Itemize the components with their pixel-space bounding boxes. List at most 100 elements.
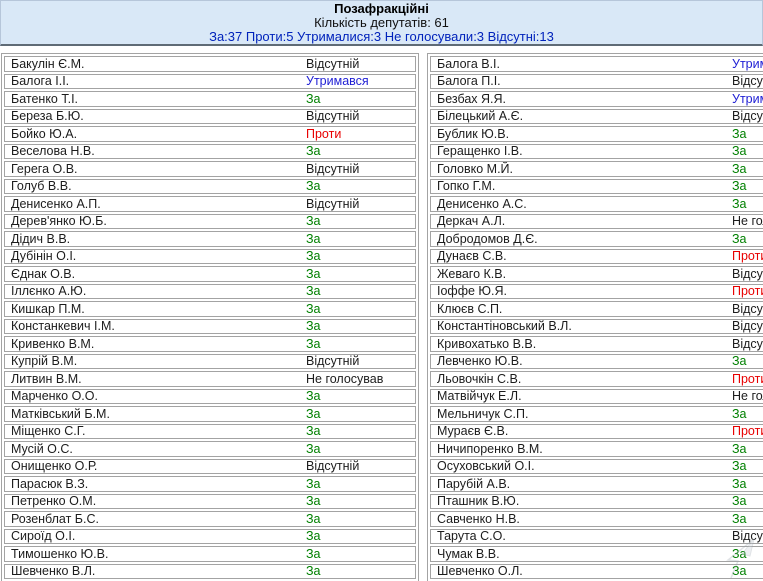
vote-value: Не голосував: [732, 390, 763, 403]
deputy-name: Петренко О.М.: [11, 495, 96, 508]
deputy-name: Іоффе Ю.Я.: [437, 285, 507, 298]
vote-value: Не голосував: [306, 373, 383, 386]
deputy-row: Марченко О.О. За: [4, 389, 416, 405]
deputy-row: Чумак В.В. За: [430, 546, 763, 562]
deputy-row: Бублик Ю.В. За: [430, 126, 763, 142]
deputy-row: Парубій А.В. За: [430, 476, 763, 492]
vote-value: За: [306, 250, 321, 263]
vote-value: За: [732, 443, 747, 456]
deputy-name: Розенблат Б.С.: [11, 513, 99, 526]
deputies-tables: Бакулін Є.М. Відсутній Балога І.І. Утрим…: [0, 53, 763, 581]
deputy-name: Сироїд О.І.: [11, 530, 75, 543]
deputy-name: Герега О.В.: [11, 163, 78, 176]
vote-value: Утримався: [732, 93, 763, 106]
faction-vote-results-page: Позафракційні Кількість депутатів: 61 За…: [0, 0, 763, 581]
deputy-row: Добродомов Д.Є. За: [430, 231, 763, 247]
vote-value: За: [306, 285, 321, 298]
deputy-name: Матківський Б.М.: [11, 408, 110, 421]
deputy-name: Осуховський О.І.: [437, 460, 535, 473]
deputy-row: Безбах Я.Я. Утримався: [430, 91, 763, 107]
deputy-name: Білецький А.Є.: [437, 110, 523, 123]
deputy-row: Розенблат Б.С. За: [4, 511, 416, 527]
vote-value: За: [732, 513, 747, 526]
deputy-name: Парубій А.В.: [437, 478, 510, 491]
deputy-row: Балога І.І. Утримався: [4, 74, 416, 90]
deputy-name: Дідич В.В.: [11, 233, 70, 246]
deputy-name: Онищенко О.Р.: [11, 460, 97, 473]
deputy-row: Білецький А.Є. Відсутній: [430, 109, 763, 125]
vote-value: За: [732, 478, 747, 491]
deputy-row: Герега О.В. Відсутній: [4, 161, 416, 177]
vote-value: Проти: [732, 425, 763, 438]
deputy-row: Головко М.Й. За: [430, 161, 763, 177]
vote-value: За: [306, 268, 321, 281]
deputy-name: Констанкевич І.М.: [11, 320, 115, 333]
vote-value: За: [306, 513, 321, 526]
deputy-row: Денисенко А.П. Відсутній: [4, 196, 416, 212]
deputy-row: Савченко Н.В. За: [430, 511, 763, 527]
vote-value: За: [306, 425, 321, 438]
deputy-name: Гопко Г.М.: [437, 180, 495, 193]
deputy-name: Денисенко А.С.: [437, 198, 527, 211]
deputy-name: Дубінін О.І.: [11, 250, 76, 263]
deputy-row: Матківський Б.М. За: [4, 406, 416, 422]
deputy-row: Льовочкін С.В. Проти: [430, 371, 763, 387]
deputy-row: Береза Б.Ю. Відсутній: [4, 109, 416, 125]
deputy-row: Петренко О.М. За: [4, 494, 416, 510]
vote-value: Відсутній: [306, 198, 359, 211]
deputy-name: Купрій В.М.: [11, 355, 77, 368]
deputy-name: Пташник В.Ю.: [437, 495, 519, 508]
deputy-row: Кривенко В.М. За: [4, 336, 416, 352]
deputy-row: Матвійчук Е.Л. Не голосував: [430, 389, 763, 405]
deputy-row: Дерев'янко Ю.Б. За: [4, 214, 416, 230]
deputy-row: Купрій В.М. Відсутній: [4, 354, 416, 370]
deputy-name: Клюєв С.П.: [437, 303, 502, 316]
deputy-name: Добродомов Д.Є.: [437, 233, 538, 246]
vote-value: За: [306, 320, 321, 333]
vote-value: Відсутній: [732, 110, 763, 123]
faction-title: Позафракційні: [1, 2, 762, 16]
deputy-row: Деркач А.Л. Не голосував: [430, 214, 763, 230]
deputy-row: Сироїд О.І. За: [4, 529, 416, 545]
vote-value: За: [306, 145, 321, 158]
vote-value: За: [732, 355, 747, 368]
deputy-row: Геращенко І.В. За: [430, 144, 763, 160]
deputy-name: Головко М.Й.: [437, 163, 513, 176]
deputy-name: Парасюк В.З.: [11, 478, 88, 491]
deputy-name: Деркач А.Л.: [437, 215, 505, 228]
deputy-name: Жеваго К.В.: [437, 268, 506, 281]
vote-value: Проти: [306, 128, 341, 141]
vote-value: За: [732, 198, 747, 211]
vote-value: Відсутній: [732, 530, 763, 543]
vote-value: Проти: [732, 250, 763, 263]
vote-value: Відсутній: [306, 460, 359, 473]
deputy-row: Парасюк В.З. За: [4, 476, 416, 492]
deputy-name: Кишкар П.М.: [11, 303, 85, 316]
deputy-name: Голуб В.В.: [11, 180, 72, 193]
deputy-row: Констанкевич І.М. За: [4, 319, 416, 335]
vote-value: Не голосував: [732, 215, 763, 228]
deputy-name: Бакулін Є.М.: [11, 58, 85, 71]
deputy-row: Веселова Н.В. За: [4, 144, 416, 160]
deputy-name: Мельничук С.П.: [437, 408, 528, 421]
deputy-row: Шевченко В.Л. За: [4, 564, 416, 580]
deputy-row: Кривохатько В.В. Відсутній: [430, 336, 763, 352]
deputy-row: Дідич В.В. За: [4, 231, 416, 247]
deputy-name: Чумак В.В.: [437, 548, 500, 561]
vote-value: За: [306, 390, 321, 403]
vote-value: За: [306, 408, 321, 421]
vote-value: За: [306, 548, 321, 561]
deputy-name: Левченко Ю.В.: [437, 355, 523, 368]
deputy-row: Дубінін О.І. За: [4, 249, 416, 265]
deputy-name: Ничипоренко В.М.: [437, 443, 543, 456]
deputy-name: Іллєнко А.Ю.: [11, 285, 86, 298]
deputy-row: Константіновський В.Л. Відсутній: [430, 319, 763, 335]
vote-value: Відсутній: [732, 338, 763, 351]
deputy-row: Денисенко А.С. За: [430, 196, 763, 212]
vote-value: За: [306, 215, 321, 228]
deputy-name: Балога І.І.: [11, 75, 69, 88]
vote-value: За: [306, 530, 321, 543]
deputy-name: Шевченко О.Л.: [437, 565, 523, 578]
deputy-name: Дерев'янко Ю.Б.: [11, 215, 107, 228]
deputy-row: Осуховський О.І. За: [430, 459, 763, 475]
